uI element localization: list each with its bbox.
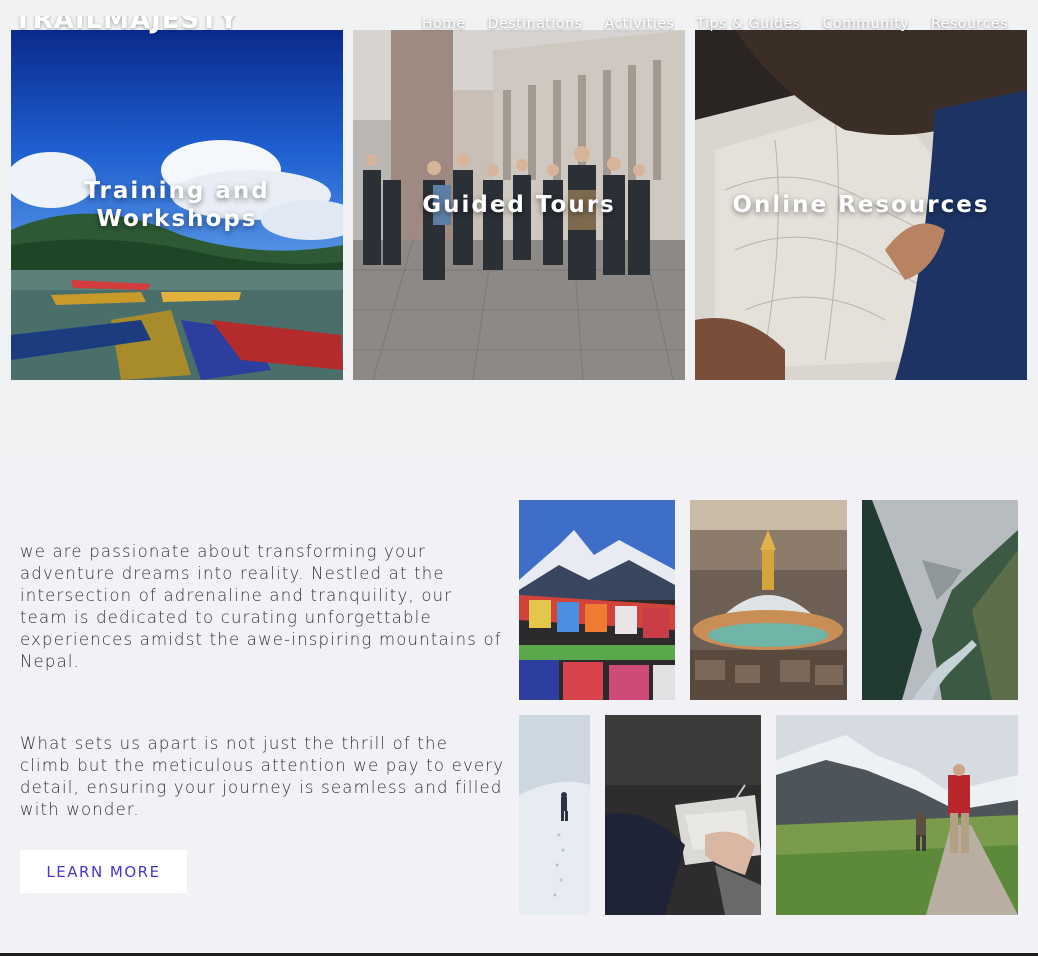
about-paragraph-2: What sets us apart is not just the thril…	[20, 734, 505, 819]
top-navbar: TRAILMAJESTY Home Destinations Activitie…	[0, 0, 1038, 50]
card-title: Guided Tours	[422, 192, 616, 218]
snow-climber-image	[519, 715, 590, 915]
card-title: Online Resources	[732, 192, 990, 218]
nav-destinations[interactable]: Destinations	[488, 16, 583, 32]
card-title: Training and Workshops	[84, 178, 270, 232]
gallery-image-1	[519, 500, 675, 700]
hikers-trail-image	[776, 715, 1018, 915]
nav-home[interactable]: Home	[422, 16, 466, 32]
card-guided-tours[interactable]: Guided Tours	[353, 30, 685, 380]
service-cards: Training and Workshops Guided Tours Onli…	[11, 30, 1027, 380]
nav-community[interactable]: Community	[823, 16, 909, 32]
gallery-image-2	[690, 500, 847, 700]
card-online-resources[interactable]: Online Resources	[695, 30, 1027, 380]
nav-resources[interactable]: Resources	[931, 16, 1008, 32]
about-section: we are passionate about transforming you…	[0, 460, 1038, 956]
gallery-image-6	[776, 715, 1018, 915]
main-nav: Home Destinations Activities Tips & Guid…	[422, 16, 1008, 32]
card-training-workshops[interactable]: Training and Workshops	[11, 30, 343, 380]
gallery-image-4	[519, 715, 590, 915]
site-logo[interactable]: TRAILMAJESTY	[14, 16, 239, 34]
about-paragraph-1: we are passionate about transforming you…	[20, 542, 502, 671]
nav-activities[interactable]: Activities	[605, 16, 675, 32]
gallery-image-3	[862, 500, 1018, 700]
notebook-writing-image	[605, 715, 761, 915]
valley-river-image	[862, 500, 1018, 700]
learn-more-button[interactable]: LEARN MORE	[20, 850, 187, 893]
gallery-image-5	[605, 715, 761, 915]
nav-tips-guides[interactable]: Tips & Guides	[696, 16, 800, 32]
stupa-city-image	[690, 500, 847, 700]
prayer-flags-mountain-image	[519, 500, 675, 700]
